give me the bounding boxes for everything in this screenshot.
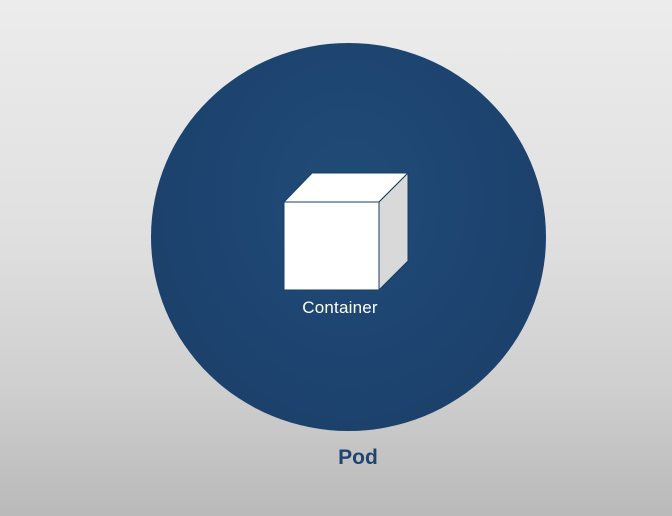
pod-label: Pod — [338, 446, 378, 469]
cube-icon — [282, 171, 410, 292]
cube-front-face — [283, 201, 380, 291]
container-label: Container — [302, 298, 378, 317]
